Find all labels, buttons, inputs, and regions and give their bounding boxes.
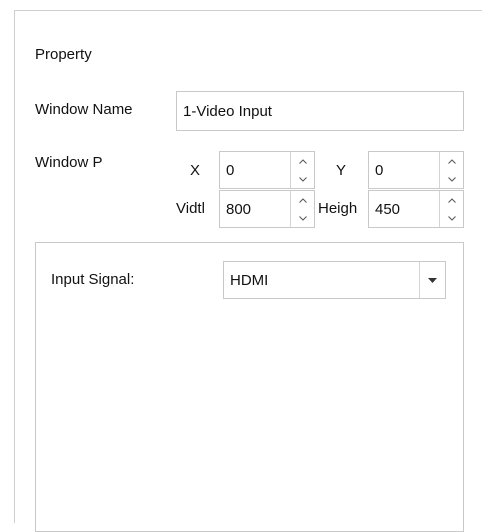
spin-down-icon[interactable] bbox=[291, 170, 314, 188]
input-signal-value: HDMI bbox=[230, 271, 269, 289]
window-name-input[interactable]: 1-Video Input bbox=[176, 91, 464, 131]
window-name-value: 1-Video Input bbox=[183, 102, 272, 120]
width-spinbox[interactable]: 800 bbox=[219, 190, 315, 228]
height-spinbox[interactable]: 450 bbox=[368, 190, 464, 228]
input-signal-label: Input Signal: bbox=[51, 271, 135, 288]
spin-up-icon[interactable] bbox=[291, 152, 314, 170]
x-label: X bbox=[190, 162, 201, 179]
width-value: 800 bbox=[226, 200, 252, 218]
spin-down-icon[interactable] bbox=[440, 170, 463, 188]
y-label: Y bbox=[336, 162, 347, 179]
y-value: 0 bbox=[375, 161, 384, 179]
width-label: Vidtl bbox=[176, 200, 205, 217]
spin-up-icon[interactable] bbox=[440, 152, 463, 170]
input-signal-dropdown[interactable]: HDMI bbox=[223, 261, 446, 299]
x-value: 0 bbox=[226, 161, 235, 179]
spin-down-icon[interactable] bbox=[440, 209, 463, 227]
spin-up-icon[interactable] bbox=[291, 191, 314, 209]
height-label: Heigh bbox=[318, 200, 358, 217]
window-position-label: Window P bbox=[35, 154, 103, 171]
spin-down-icon[interactable] bbox=[291, 209, 314, 227]
height-value: 450 bbox=[375, 200, 401, 218]
x-spinbox[interactable]: 0 bbox=[219, 151, 315, 189]
property-title: Property bbox=[35, 46, 92, 63]
window-name-label: Window Name bbox=[35, 101, 133, 118]
y-spinbox[interactable]: 0 bbox=[368, 151, 464, 189]
spin-up-icon[interactable] bbox=[440, 191, 463, 209]
chevron-down-icon[interactable] bbox=[419, 262, 445, 298]
